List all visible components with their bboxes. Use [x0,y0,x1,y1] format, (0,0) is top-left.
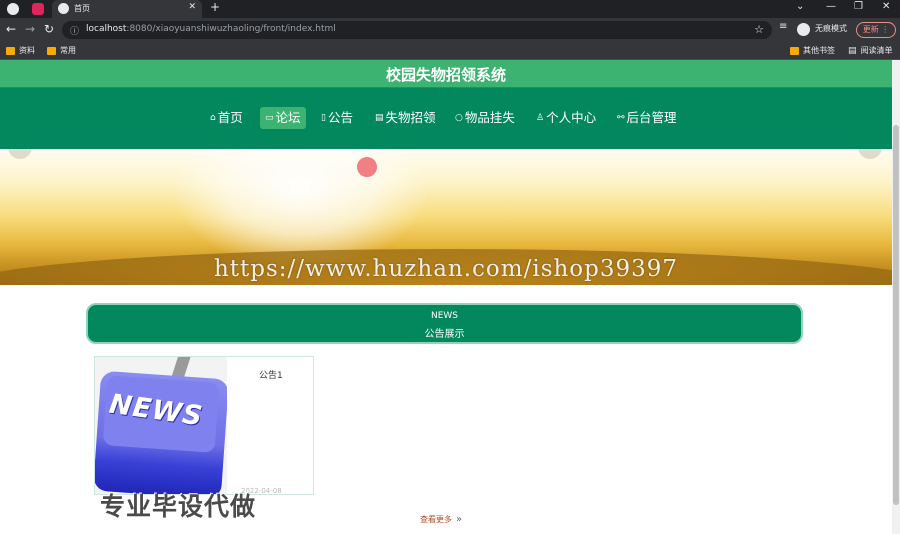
browser-toolbar: ← → ↻ ⓘ localhost:8080/xiaoyuanshiwuzhao… [0,18,900,42]
news-card-title: 公告1 [259,371,283,381]
chrome-tab-icon[interactable] [7,3,19,15]
main-nav: ⌂ 首页 ▭ 论坛 ▯ 公告 ▤ 失物招领 ○ 物品挂失 ♙ 个人中心 ⚯ 后台管理 [0,88,892,149]
news-thumbnail: NEWS [95,357,227,494]
reading-list[interactable]: ▤ 阅读清单 [848,45,893,56]
site-title: 校园失物招领系统 [385,66,506,84]
home-icon: ⌂ [210,113,216,123]
section-title-cn: 公告展示 [424,329,465,340]
tab-title: 首页 [74,4,90,13]
nav-item-forum[interactable]: ▭ 论坛 [260,107,306,129]
bookmark-folder-other[interactable]: 其他书签 [790,45,835,56]
banner-prev-arrow[interactable] [8,149,32,159]
banner-watermark: https://www.huzhan.com/ishop39397 [213,256,679,282]
close-window-button[interactable]: ✕ [882,1,890,12]
bookmark-folder[interactable]: 常用 [47,45,76,56]
double-chevron-right-icon: » [456,514,463,525]
nav-item-admin[interactable]: ⚯ 后台管理 [612,107,682,129]
section-title-en: NEWS [430,311,459,321]
news-card[interactable]: NEWS 公告1 2022-04-08 13:44:59 [94,356,314,495]
app-tab-icon[interactable] [32,3,44,15]
forum-icon: ▭ [265,113,274,123]
back-button[interactable]: ← [6,22,16,36]
user-icon: ♙ [536,113,545,123]
browser-titlebar: 首页 ✕ + ⌄ — ❐ ✕ [0,0,900,18]
url-text: localhost:8080/xiaoyuanshiwuzhaoling/fro… [86,24,336,34]
scrollbar-thumb[interactable] [893,125,899,505]
address-bar[interactable]: ⓘ localhost:8080/xiaoyuanshiwuzhaoling/f… [62,21,772,39]
nav-item-notice[interactable]: ▯ 公告 [316,107,358,129]
bookmarks-bar: 资料 常用 其他书签 ▤ 阅读清单 [0,42,900,60]
incognito-label: 无痕模式 [815,24,847,33]
forward-button[interactable]: → [25,22,35,36]
nav-item-lost-found[interactable]: ▤ 失物招领 [370,107,441,129]
news-section-header: NEWS 公告展示 [86,303,803,344]
bookmark-folder[interactable]: 资料 [6,45,35,56]
hero-banner[interactable]: https://www.huzhan.com/ishop39397 [0,149,892,285]
list-icon: ▤ [848,45,857,56]
bookmark-star-icon[interactable]: ☆ [754,23,764,36]
nav-item-report-lost[interactable]: ○ 物品挂失 [450,107,520,129]
close-tab-icon[interactable]: ✕ [188,2,196,12]
tab-home[interactable]: 首页 ✕ [52,0,202,18]
minimize-button[interactable]: — [826,1,836,12]
reload-button[interactable]: ↻ [44,22,54,36]
incognito-icon[interactable] [797,23,810,36]
site-header: 校园失物招领系统 [0,60,892,88]
new-tab-button[interactable]: + [210,0,220,14]
cursor-highlight [357,157,377,177]
folder-icon [6,46,15,55]
lost-found-icon: ▤ [375,113,384,123]
page-scrollbar[interactable] [892,60,900,534]
update-button[interactable]: 更新 ⋮ [856,22,896,38]
restore-button[interactable]: ❐ [854,1,863,12]
globe-icon [58,3,69,14]
report-icon: ○ [455,113,463,123]
link-icon: ⚯ [617,113,625,123]
nav-item-home[interactable]: ⌂ 首页 [205,107,248,129]
page-viewport: 校园失物招领系统 ⌂ 首页 ▭ 论坛 ▯ 公告 ▤ 失物招领 ○ 物品挂失 ♙ 个人中心 ⚯… [0,60,892,534]
view-more-link[interactable]: 查看更多 » [420,514,462,525]
banner-next-arrow[interactable] [858,149,882,159]
tab-search-icon[interactable]: ⌄ [796,1,804,12]
promo-overlay-text: 专业毕设代做 [100,492,257,521]
folder-icon [790,46,799,55]
notice-icon: ▯ [321,113,326,123]
reading-list-icon[interactable]: ≡ [779,21,787,32]
folder-icon [47,46,56,55]
nav-item-user-center[interactable]: ♙ 个人中心 [531,107,601,129]
site-info-icon[interactable]: ⓘ [70,24,79,37]
